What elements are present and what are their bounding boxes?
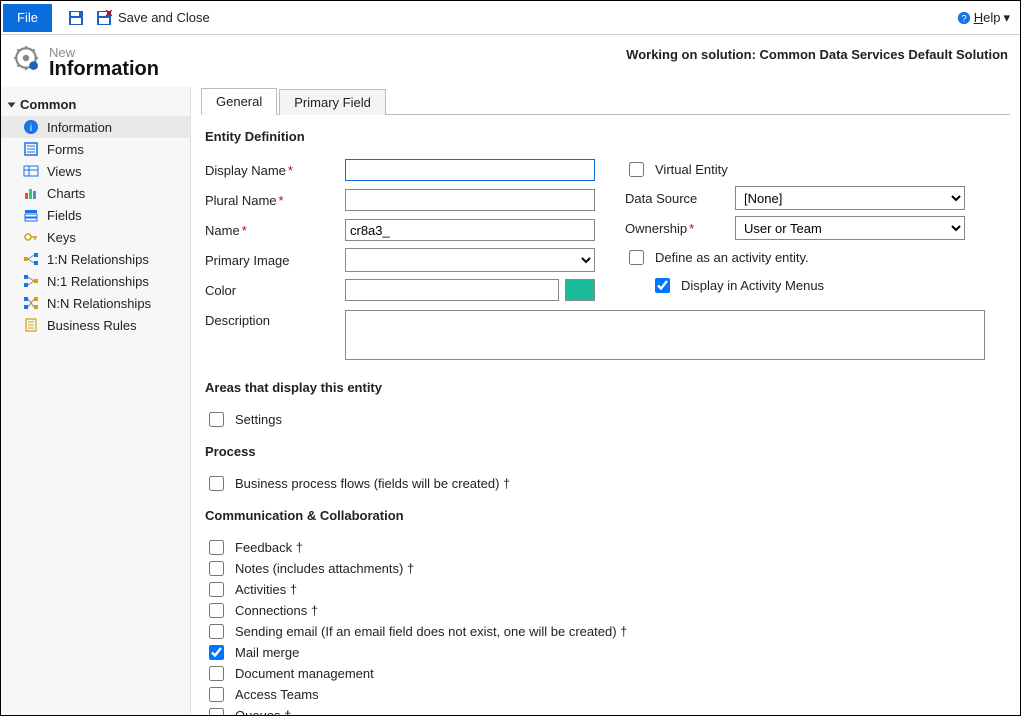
sidebar-item-views[interactable]: Views xyxy=(1,160,190,182)
label-data-source: Data Source xyxy=(625,191,735,206)
label-display-name: Display Name* xyxy=(205,163,345,178)
label-sending-email: Sending email (If an email field does no… xyxy=(235,624,627,639)
label-primary-image: Primary Image xyxy=(205,253,345,268)
sidebar-item-label: Keys xyxy=(47,230,76,245)
primary-image-select[interactable] xyxy=(345,248,595,272)
sidebar-group-common[interactable]: Common xyxy=(1,93,190,116)
label-display-activity-menus: Display in Activity Menus xyxy=(681,278,824,293)
queues-checkbox[interactable] xyxy=(209,708,224,715)
sidebar-item-charts[interactable]: Charts xyxy=(1,182,190,204)
sidebar-item-label: N:1 Relationships xyxy=(47,274,149,289)
description-textarea[interactable] xyxy=(345,310,985,360)
help-label: Help xyxy=(974,10,1001,25)
color-input[interactable] xyxy=(345,279,559,301)
plural-name-input[interactable] xyxy=(345,189,595,211)
section-entity-definition: Entity Definition xyxy=(205,129,998,144)
sending-email-checkbox[interactable] xyxy=(209,624,224,639)
label-description: Description xyxy=(205,310,345,328)
save-button[interactable] xyxy=(68,10,84,26)
activities-checkbox[interactable] xyxy=(209,582,224,597)
dropdown-caret-icon: ▾ xyxy=(1003,10,1010,26)
label-plural-name: Plural Name* xyxy=(205,193,345,208)
label-feedback: Feedback † xyxy=(235,540,303,555)
tabstrip: General Primary Field xyxy=(201,87,1010,115)
sidebar-item-label: Fields xyxy=(47,208,82,223)
label-color: Color xyxy=(205,283,345,298)
svg-text:?: ? xyxy=(961,13,966,24)
sidebar-item-label: Forms xyxy=(47,142,84,157)
label-define-activity: Define as an activity entity. xyxy=(655,250,809,265)
sidebar-item-label: 1:N Relationships xyxy=(47,252,149,267)
color-swatch[interactable] xyxy=(565,279,595,301)
tab-primary-field[interactable]: Primary Field xyxy=(279,89,386,115)
label-ownership: Ownership* xyxy=(625,221,735,236)
sidebar-item-business-rules[interactable]: Business Rules xyxy=(1,314,190,336)
sidebar-item-n1-relationships[interactable]: N:1 Relationships xyxy=(1,270,190,292)
bpf-checkbox[interactable] xyxy=(209,476,224,491)
content-area: General Primary Field Entity Definition … xyxy=(191,87,1020,715)
sidebar-item-1n-relationships[interactable]: 1:N Relationships xyxy=(1,248,190,270)
sidebar-group-label: Common xyxy=(20,97,76,112)
solution-text: Working on solution: Common Data Service… xyxy=(626,45,1008,62)
file-menu-label: File xyxy=(17,10,38,25)
section-process: Process xyxy=(205,444,998,459)
sidebar-item-fields[interactable]: Fields xyxy=(1,204,190,226)
entity-icon xyxy=(13,45,39,74)
sidebar-item-label: Information xyxy=(47,120,112,135)
sidebar: Common i Information Forms Views Charts … xyxy=(1,87,191,715)
label-bpf: Business process flows (fields will be c… xyxy=(235,476,510,491)
notes-checkbox[interactable] xyxy=(209,561,224,576)
ownership-select[interactable]: User or Team xyxy=(735,216,965,240)
tab-label: Primary Field xyxy=(294,95,371,110)
sidebar-item-label: Views xyxy=(47,164,81,179)
section-comm: Communication & Collaboration xyxy=(205,508,998,523)
feedback-checkbox[interactable] xyxy=(209,540,224,555)
display-name-input[interactable] xyxy=(345,159,595,181)
label-virtual-entity: Virtual Entity xyxy=(655,162,728,177)
label-queues: Queues † xyxy=(235,708,291,715)
help-link[interactable]: ? Help ▾ xyxy=(957,10,1010,26)
page-title: Information xyxy=(49,58,159,81)
tab-general[interactable]: General xyxy=(201,88,277,115)
save-and-close-label: Save and Close xyxy=(118,10,210,25)
label-activities: Activities † xyxy=(235,582,297,597)
name-input[interactable] xyxy=(345,219,595,241)
sidebar-item-label: Charts xyxy=(47,186,85,201)
tab-label: General xyxy=(216,94,262,109)
sidebar-item-keys[interactable]: Keys xyxy=(1,226,190,248)
sidebar-item-nn-relationships[interactable]: N:N Relationships xyxy=(1,292,190,314)
virtual-entity-checkbox[interactable] xyxy=(629,162,644,177)
file-menu-button[interactable]: File xyxy=(3,4,52,32)
access-teams-checkbox[interactable] xyxy=(209,687,224,702)
settings-checkbox[interactable] xyxy=(209,412,224,427)
label-notes: Notes (includes attachments) † xyxy=(235,561,414,576)
connections-checkbox[interactable] xyxy=(209,603,224,618)
label-settings: Settings xyxy=(235,412,282,427)
sidebar-item-label: N:N Relationships xyxy=(47,296,151,311)
sidebar-item-information[interactable]: i Information xyxy=(1,116,190,138)
mail-merge-checkbox[interactable] xyxy=(209,645,224,660)
sidebar-item-forms[interactable]: Forms xyxy=(1,138,190,160)
form-scrollpane[interactable]: Entity Definition Display Name* Plural N… xyxy=(191,115,1020,715)
page-header: New Information Working on solution: Com… xyxy=(1,35,1020,87)
document-management-checkbox[interactable] xyxy=(209,666,224,681)
define-activity-checkbox[interactable] xyxy=(629,250,644,265)
label-doc-mgmt: Document management xyxy=(235,666,374,681)
label-mail-merge: Mail merge xyxy=(235,645,299,660)
label-name: Name* xyxy=(205,223,345,238)
svg-text:i: i xyxy=(30,123,32,134)
section-areas: Areas that display this entity xyxy=(205,380,998,395)
sidebar-item-label: Business Rules xyxy=(47,318,137,333)
save-and-close-button[interactable]: Save and Close xyxy=(96,10,210,26)
label-access-teams: Access Teams xyxy=(235,687,319,702)
data-source-select[interactable]: [None] xyxy=(735,186,965,210)
label-connections: Connections † xyxy=(235,603,318,618)
caret-down-icon xyxy=(8,102,16,107)
toolbar: File Save and Close ? Help ▾ xyxy=(1,1,1020,35)
display-activity-menus-checkbox[interactable] xyxy=(655,278,670,293)
